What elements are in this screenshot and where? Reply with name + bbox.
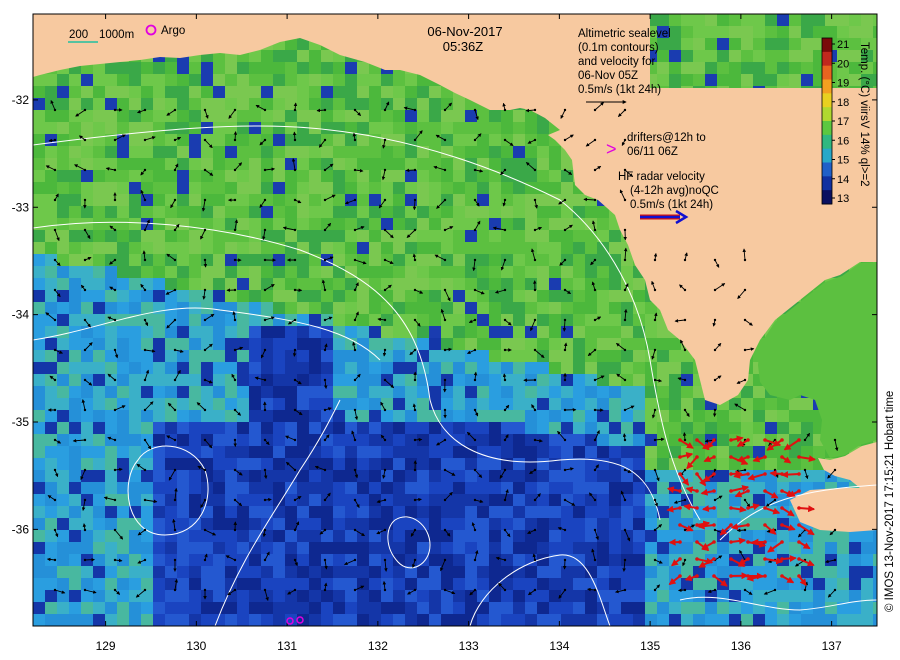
colorbar-cell bbox=[822, 38, 832, 53]
colorbar-tick-label: 16 bbox=[837, 135, 849, 147]
lon-tick-label: 137 bbox=[822, 639, 842, 653]
radar-arrow bbox=[769, 470, 783, 478]
colorbar-tick-label: 13 bbox=[837, 193, 849, 205]
colorbar-tick-label: 20 bbox=[837, 58, 849, 70]
colorbar-label: Temp. (°C) viirsV 14% ql>=2 bbox=[858, 42, 870, 187]
colorbar-cell bbox=[822, 93, 832, 108]
velocity-arrow bbox=[712, 409, 717, 418]
colorbar-cell bbox=[822, 65, 832, 80]
colorbar-cell bbox=[822, 107, 832, 122]
map-date: 06-Nov-2017 bbox=[427, 24, 502, 39]
lon-tick-label: 133 bbox=[459, 639, 479, 653]
map-time: 05:36Z bbox=[443, 39, 484, 54]
colorbar-tick-label: 19 bbox=[837, 78, 849, 90]
altimetry-line-1: Altimetric sealevel bbox=[578, 28, 671, 40]
hf-line-2: (4-12h avg)noQC bbox=[630, 185, 719, 197]
colorbar-cell bbox=[822, 51, 832, 67]
drifter-line-2: 06/11 06Z bbox=[627, 146, 678, 158]
lat-tick-label: -33 bbox=[12, 200, 30, 214]
velocity-arrow bbox=[203, 259, 208, 268]
colorbar-tick-label: 17 bbox=[837, 116, 849, 128]
radar-arrow bbox=[781, 554, 797, 562]
velocity-arrow bbox=[414, 437, 423, 442]
colorbar-tick-label: 21 bbox=[837, 39, 849, 51]
hf-line-3: 0.5m/s (1kt 24h) bbox=[630, 199, 713, 211]
colorbar-cells bbox=[822, 38, 832, 205]
altimetry-line-3: and velocity for bbox=[578, 56, 656, 68]
lon-tick-label: 134 bbox=[549, 639, 569, 653]
radar-arrow bbox=[730, 470, 743, 478]
colorbar-cell bbox=[822, 79, 832, 94]
hf-line-1: HF radar velocity bbox=[618, 171, 705, 183]
drifter-symbol: > bbox=[606, 139, 617, 159]
colorbar-cell bbox=[822, 134, 832, 150]
lat-tick-label: -34 bbox=[12, 308, 30, 322]
velocity-arrow bbox=[736, 528, 746, 533]
lat-tick-label: -35 bbox=[12, 415, 30, 429]
altimetry-line-5: 0.5m/s (1kt 24h) bbox=[578, 84, 661, 96]
depth-scale-right: 1000m bbox=[99, 29, 134, 41]
radar-arrow bbox=[798, 505, 816, 513]
colorbar-cell bbox=[822, 162, 832, 177]
altimetry-line-4: 06-Nov 05Z bbox=[578, 70, 638, 82]
velocity-arrow bbox=[264, 497, 272, 502]
sst-map: -32 -33 -34 -35 -36 129 130 131 132 133 134 135 136… bbox=[12, 13, 896, 653]
depth-scale-left: 200 bbox=[69, 29, 88, 41]
radar-arrow bbox=[701, 505, 715, 513]
lon-tick-label: 132 bbox=[368, 639, 388, 653]
lon-tick-label: 131 bbox=[277, 639, 297, 653]
colorbar-cell bbox=[822, 121, 832, 136]
colorbar-cell bbox=[822, 176, 832, 191]
drifter-line-1: drifters@12h to bbox=[627, 132, 706, 144]
colorbar-tick-label: 18 bbox=[837, 97, 849, 109]
velocity-arrow bbox=[412, 199, 417, 211]
lon-tick-label: 136 bbox=[731, 639, 751, 653]
plot-area bbox=[33, 14, 877, 626]
lon-tick-label: 129 bbox=[96, 639, 116, 653]
colorbar-cell bbox=[822, 148, 832, 163]
credit-text: © IMOS 13-Nov-2017 17:15:21 Hobart time bbox=[884, 391, 896, 612]
colorbar-cell bbox=[822, 190, 832, 205]
colorbar-tick-label: 15 bbox=[837, 155, 849, 167]
lon-tick-label: 135 bbox=[640, 639, 660, 653]
lon-tick-label: 130 bbox=[186, 639, 206, 653]
altimetry-line-2: (0.1m contours) bbox=[578, 42, 659, 54]
radar-arrow bbox=[781, 471, 800, 479]
lat-tick-label: -36 bbox=[12, 522, 30, 536]
lat-tick-label: -32 bbox=[12, 93, 30, 107]
colorbar-tick-label: 14 bbox=[837, 174, 849, 186]
argo-label: Argo bbox=[161, 25, 185, 37]
colorbar: 21 20 19 18 17 16 15 14 13 Temp. (°C) viirsV 14%… bbox=[821, 37, 870, 205]
